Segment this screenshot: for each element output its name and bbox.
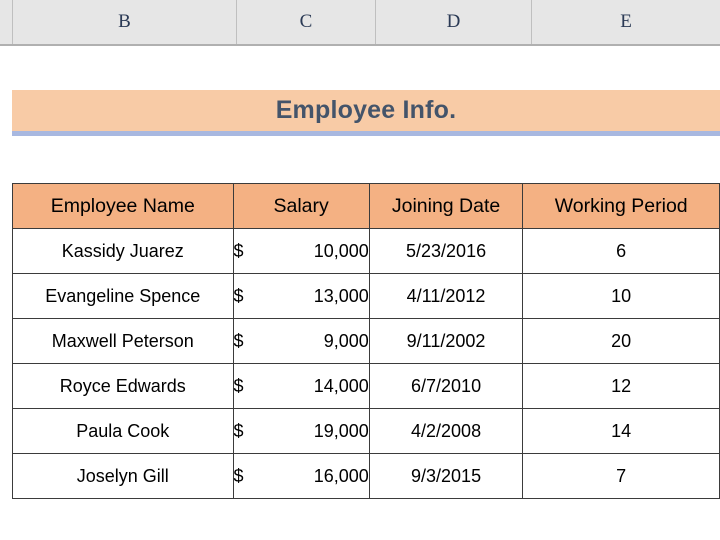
cell-employee-name[interactable]: Joselyn Gill — [12, 453, 234, 499]
cell-salary[interactable]: $ 10,000 — [232, 228, 370, 274]
page-title: Employee Info. — [275, 96, 457, 124]
title-banner[interactable]: Employee Info. — [12, 90, 720, 131]
table-row: Joselyn Gill $ 16,000 9/3/2015 7 — [12, 453, 720, 499]
column-header-b-label: B — [118, 11, 131, 32]
cell-employee-name[interactable]: Royce Edwards — [12, 363, 234, 409]
cell-working-period[interactable]: 20 — [522, 318, 720, 364]
column-header-b[interactable]: B — [12, 0, 236, 44]
column-header-c[interactable]: C — [236, 0, 375, 44]
cell-salary[interactable]: $ 19,000 — [232, 408, 370, 454]
cell-employee-name[interactable]: Evangeline Spence — [12, 273, 234, 319]
cell-working-period[interactable]: 14 — [522, 408, 720, 454]
cell-salary-symbol: $ — [233, 240, 244, 261]
cell-employee-name[interactable]: Paula Cook — [12, 408, 234, 454]
title-underline-divider — [12, 131, 720, 136]
employee-info-table: Employee Name Salary Joining Date Workin… — [12, 183, 720, 499]
cell-salary[interactable]: $ 14,000 — [232, 363, 370, 409]
table-row: Kassidy Juarez $ 10,000 5/23/2016 6 — [12, 228, 720, 274]
cell-salary-amount: 10,000 — [313, 240, 369, 261]
table-row: Royce Edwards $ 14,000 6/7/2010 12 — [12, 363, 720, 409]
cell-salary[interactable]: $ 9,000 — [232, 318, 370, 364]
cell-joining-date[interactable]: 4/2/2008 — [368, 408, 524, 454]
table-row: Evangeline Spence $ 13,000 4/11/2012 10 — [12, 273, 720, 319]
cell-salary-symbol: $ — [233, 285, 244, 306]
cell-joining-date[interactable]: 9/3/2015 — [368, 453, 524, 499]
cell-salary-symbol: $ — [233, 375, 244, 396]
column-header-joining-date[interactable]: Joining Date — [368, 183, 524, 229]
cell-salary-symbol: $ — [233, 330, 244, 351]
cell-joining-date[interactable]: 4/11/2012 — [368, 273, 524, 319]
column-header-c-label: C — [299, 11, 313, 32]
cell-working-period[interactable]: 7 — [522, 453, 720, 499]
cell-working-period[interactable]: 10 — [522, 273, 720, 319]
column-header-working-period[interactable]: Working Period — [522, 183, 720, 229]
cell-salary-amount: 14,000 — [313, 375, 369, 396]
spreadsheet-column-header-strip: B C D E — [0, 0, 720, 46]
cell-salary-amount: 13,000 — [313, 285, 369, 306]
cell-salary-amount: 16,000 — [313, 465, 369, 486]
table-row: Paula Cook $ 19,000 4/2/2008 14 — [12, 408, 720, 454]
table-header-row: Employee Name Salary Joining Date Workin… — [12, 183, 720, 229]
column-header-e[interactable]: E — [531, 0, 720, 44]
cell-salary-amount: 9,000 — [323, 330, 369, 351]
cell-salary[interactable]: $ 13,000 — [232, 273, 370, 319]
column-header-employee-name[interactable]: Employee Name — [12, 183, 234, 229]
cell-employee-name[interactable]: Maxwell Peterson — [12, 318, 234, 364]
cell-salary-symbol: $ — [233, 420, 244, 441]
column-header-d[interactable]: D — [375, 0, 531, 44]
column-header-e-label: E — [620, 11, 632, 32]
cell-working-period[interactable]: 12 — [522, 363, 720, 409]
column-header-salary[interactable]: Salary — [232, 183, 370, 229]
cell-joining-date[interactable]: 6/7/2010 — [368, 363, 524, 409]
cell-joining-date[interactable]: 9/11/2002 — [368, 318, 524, 364]
cell-working-period[interactable]: 6 — [522, 228, 720, 274]
cell-salary[interactable]: $ 16,000 — [232, 453, 370, 499]
cell-salary-symbol: $ — [233, 465, 244, 486]
table-row: Maxwell Peterson $ 9,000 9/11/2002 20 — [12, 318, 720, 364]
column-header-d-label: D — [446, 11, 461, 32]
cell-joining-date[interactable]: 5/23/2016 — [368, 228, 524, 274]
cell-employee-name[interactable]: Kassidy Juarez — [12, 228, 234, 274]
cell-salary-amount: 19,000 — [313, 420, 369, 441]
